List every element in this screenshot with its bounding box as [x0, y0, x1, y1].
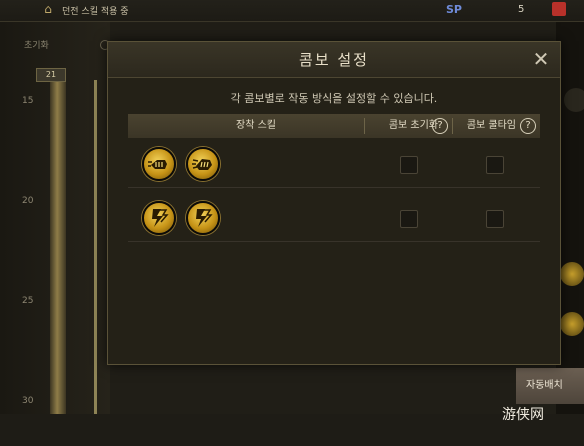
lightning-slash-icon[interactable]: [186, 201, 220, 235]
column-combo-reset: 콤보 초기화: [388, 120, 438, 131]
level-number: 25: [22, 296, 34, 306]
help-icon[interactable]: ?: [432, 118, 448, 134]
combo-cooltime-checkbox[interactable]: [486, 156, 504, 174]
level-track: [50, 70, 66, 446]
bottom-bar: [0, 414, 584, 446]
sp-badge-icon[interactable]: [552, 2, 566, 16]
combo-row: [128, 142, 540, 188]
combo-reset-checkbox[interactable]: [400, 210, 418, 228]
combo-settings-dialog: 콤보 설정 ✕ 각 콤보별로 작동 방식을 설정할 수 있습니다. 장착 스킬 …: [107, 41, 561, 365]
level-number: 15: [22, 96, 34, 106]
combo-reset-checkbox[interactable]: [400, 156, 418, 174]
combo-row: [128, 196, 540, 242]
tree-connector: [94, 80, 97, 446]
dialog-description: 각 콤보별로 작동 방식을 설정할 수 있습니다.: [230, 92, 438, 105]
auto-assign-button[interactable]: 자동배치: [516, 368, 584, 404]
sp-value: 5: [518, 4, 525, 15]
skill-slot-icon[interactable]: [560, 312, 584, 336]
column-combo-cooltime: 콤보 쿨타임: [466, 120, 516, 131]
dialog-title: 콤보 설정: [299, 51, 369, 69]
dialog-header: 콤보 설정 ✕: [108, 42, 560, 78]
top-status-text: 던전 스킬 적용 중: [62, 7, 129, 17]
combo-cooltime-checkbox[interactable]: [486, 210, 504, 228]
reset-tab[interactable]: 초기화: [24, 38, 49, 51]
level-marker: 21: [36, 68, 66, 82]
column-skill: 장착 스킬: [236, 120, 276, 131]
right-slot[interactable]: [564, 88, 584, 112]
help-icon[interactable]: ?: [520, 118, 536, 134]
column-divider: [364, 118, 365, 134]
skill-slot-icon[interactable]: [560, 262, 584, 286]
top-bar: ⌂ 던전 스킬 적용 중 SP 5: [0, 0, 584, 22]
level-number: 30: [22, 396, 34, 406]
lock-icon: ⌂: [44, 2, 52, 16]
fist-strike-icon[interactable]: [186, 147, 220, 181]
sp-label: SP: [446, 3, 462, 16]
watermark: 游侠网: [502, 407, 544, 423]
combo-table-header: 장착 스킬 콤보 초기화 ? 콤보 쿨타임 ?: [128, 114, 540, 138]
close-icon[interactable]: ✕: [530, 48, 552, 70]
level-number: 20: [22, 196, 34, 206]
fist-strike-icon[interactable]: [142, 147, 176, 181]
column-divider: [452, 118, 453, 134]
lightning-slash-icon[interactable]: [142, 201, 176, 235]
